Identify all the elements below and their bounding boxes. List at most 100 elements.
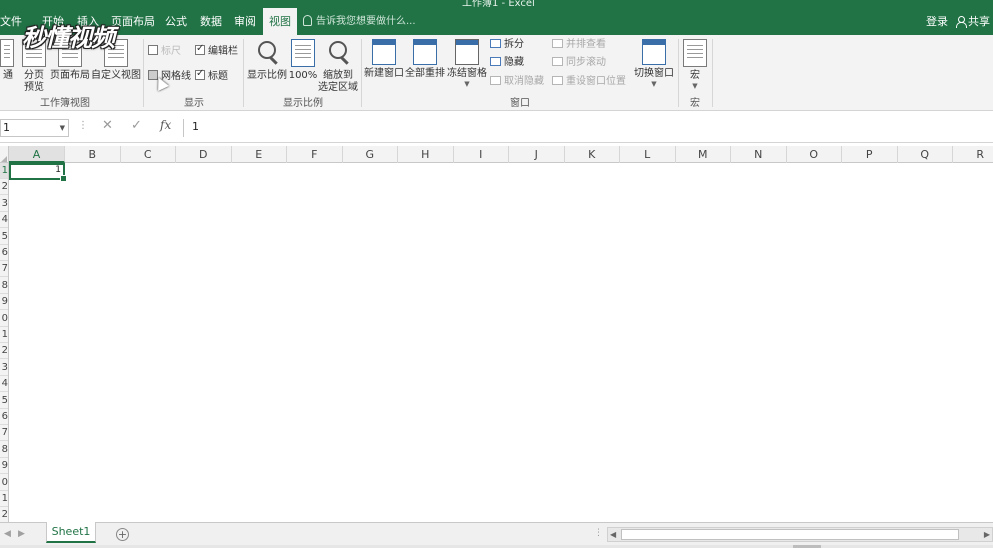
row-header[interactable]: 6 <box>0 409 8 425</box>
drag-handle-icon[interactable]: ⋮ <box>594 528 603 538</box>
side-by-side-icon <box>552 39 563 48</box>
column-header-d[interactable]: D <box>176 146 232 163</box>
prev-sheet-icon[interactable]: ◀ <box>4 529 11 539</box>
tab-page-layout[interactable]: 页面布局 <box>111 8 155 35</box>
drag-handle-icon[interactable]: ⋮ <box>78 120 88 131</box>
column-header-m[interactable]: M <box>676 146 731 163</box>
hide-button[interactable]: 隐藏 <box>490 57 524 69</box>
normal-view-label: 通 <box>3 70 13 81</box>
row-header-label: 6 <box>1 411 8 422</box>
horizontal-scrollbar[interactable]: ◀ ▶ <box>607 527 993 542</box>
zoom-to-selection-button[interactable]: 缩放到 选定区域 <box>318 39 358 94</box>
select-all-corner[interactable] <box>0 146 9 163</box>
name-box[interactable]: 1 ▼ <box>0 119 69 137</box>
scroll-right-icon[interactable]: ▶ <box>984 528 990 541</box>
formula-input[interactable]: 1 <box>183 119 993 137</box>
split-icon <box>490 39 501 48</box>
row-header[interactable]: 3 <box>0 360 8 376</box>
ruler-checkbox[interactable]: 标尺 <box>148 45 181 58</box>
row-header[interactable]: 0 <box>0 311 8 327</box>
cells-area[interactable]: 1 <box>9 163 993 522</box>
tab-formulas[interactable]: 公式 <box>165 8 187 35</box>
row-header-label: 5 <box>1 230 8 242</box>
formula-bar-checkbox[interactable]: 编辑栏 <box>195 43 238 58</box>
column-header-i[interactable]: I <box>454 146 509 163</box>
worksheet-grid: ABCDEFGHIJKLMNOPQR 123456789012345678901… <box>0 146 993 522</box>
row-header[interactable]: 8 <box>0 278 8 294</box>
row-header[interactable]: 2 <box>0 507 8 522</box>
row-header[interactable]: 8 <box>0 442 8 458</box>
column-header-f[interactable]: F <box>287 146 343 163</box>
column-header-l[interactable]: L <box>620 146 676 163</box>
row-header[interactable]: 4 <box>0 376 8 393</box>
title-bar: 工作簿1 - Excel <box>0 0 993 8</box>
scroll-left-icon[interactable]: ◀ <box>610 528 616 541</box>
tab-data[interactable]: 数据 <box>200 8 222 35</box>
row-header[interactable]: 1 <box>0 491 8 507</box>
chevron-down-icon[interactable]: ▼ <box>60 120 65 136</box>
insert-function-icon[interactable]: fx <box>160 118 171 132</box>
sync-scroll-button[interactable]: 同步滚动 <box>552 57 606 69</box>
zoom-100-button[interactable]: 100% <box>288 39 318 82</box>
column-header-o[interactable]: O <box>787 146 842 163</box>
row-header[interactable]: 0 <box>0 475 8 491</box>
column-headers: ABCDEFGHIJKLMNOPQR <box>0 146 993 163</box>
sheet-tab[interactable]: Sheet1 <box>46 522 96 543</box>
row-header[interactable]: 7 <box>0 425 8 442</box>
row-header[interactable]: 6 <box>0 245 8 261</box>
column-header-c[interactable]: C <box>121 146 176 163</box>
row-header[interactable]: 7 <box>0 261 8 278</box>
active-cell[interactable]: 1 <box>9 163 67 182</box>
switch-windows-button[interactable]: 切换窗口 ▼ <box>632 39 676 88</box>
next-sheet-icon[interactable]: ▶ <box>18 529 25 539</box>
macros-button[interactable]: 宏 ▼ <box>680 39 710 90</box>
split-button[interactable]: 拆分 <box>490 39 524 51</box>
row-header[interactable]: 3 <box>0 196 8 212</box>
column-header-r[interactable]: R <box>953 146 993 163</box>
headings-checkbox[interactable]: 标题 <box>195 68 228 83</box>
tab-file[interactable]: 文件 <box>0 8 22 35</box>
freeze-panes-icon <box>455 39 479 65</box>
row-header[interactable]: 2 <box>0 343 8 360</box>
side-by-side-button[interactable]: 并排查看 <box>552 39 606 51</box>
row-header[interactable]: 4 <box>0 212 8 229</box>
row-header[interactable]: 9 <box>0 458 8 475</box>
enter-icon[interactable]: ✓ <box>131 118 142 133</box>
row-header[interactable]: 9 <box>0 294 8 311</box>
tab-review[interactable]: 审阅 <box>234 8 256 35</box>
tell-me-search[interactable]: 告诉我您想要做什么... <box>303 8 416 35</box>
share-button[interactable]: 共享 <box>956 8 990 35</box>
cancel-icon[interactable]: ✕ <box>102 118 113 133</box>
column-header-k[interactable]: K <box>565 146 620 163</box>
column-header-p[interactable]: P <box>842 146 898 163</box>
row-header[interactable]: 5 <box>0 229 8 245</box>
arrange-all-button[interactable]: 全部重排 <box>405 39 445 80</box>
column-header-n[interactable]: N <box>731 146 787 163</box>
column-header-j[interactable]: J <box>509 146 565 163</box>
row-header-label: 9 <box>1 460 8 472</box>
new-window-button[interactable]: 新建窗口 <box>363 39 405 80</box>
row-header[interactable]: 1 <box>0 327 8 343</box>
row-header[interactable]: 5 <box>0 393 8 409</box>
row-header[interactable]: 2 <box>0 179 8 196</box>
column-header-b[interactable]: B <box>65 146 121 163</box>
tab-view[interactable]: 视图 <box>263 8 297 35</box>
freeze-panes-button[interactable]: 冻结窗格 ▼ <box>446 39 488 88</box>
column-header-q[interactable]: Q <box>898 146 953 163</box>
scrollbar-thumb[interactable] <box>621 529 959 540</box>
reset-position-button[interactable]: 重设窗口位置 <box>552 76 626 88</box>
column-header-e[interactable]: E <box>232 146 287 163</box>
normal-view-button[interactable]: 通 <box>0 39 16 82</box>
unhide-button[interactable]: 取消隐藏 <box>490 76 544 88</box>
chevron-down-icon: ▼ <box>464 80 470 88</box>
row-header-label: 2 <box>1 181 8 193</box>
reset-position-label: 重设窗口位置 <box>566 76 626 87</box>
column-header-a[interactable]: A <box>9 146 65 163</box>
row-header[interactable]: 1 <box>0 163 8 179</box>
add-sheet-icon[interactable]: + <box>116 528 129 541</box>
column-header-g[interactable]: G <box>343 146 398 163</box>
zoom-button[interactable]: 显示比例 <box>246 39 288 82</box>
login-button[interactable]: 登录 <box>926 8 948 35</box>
row-header-label: 2 <box>1 509 8 521</box>
column-header-h[interactable]: H <box>398 146 454 163</box>
